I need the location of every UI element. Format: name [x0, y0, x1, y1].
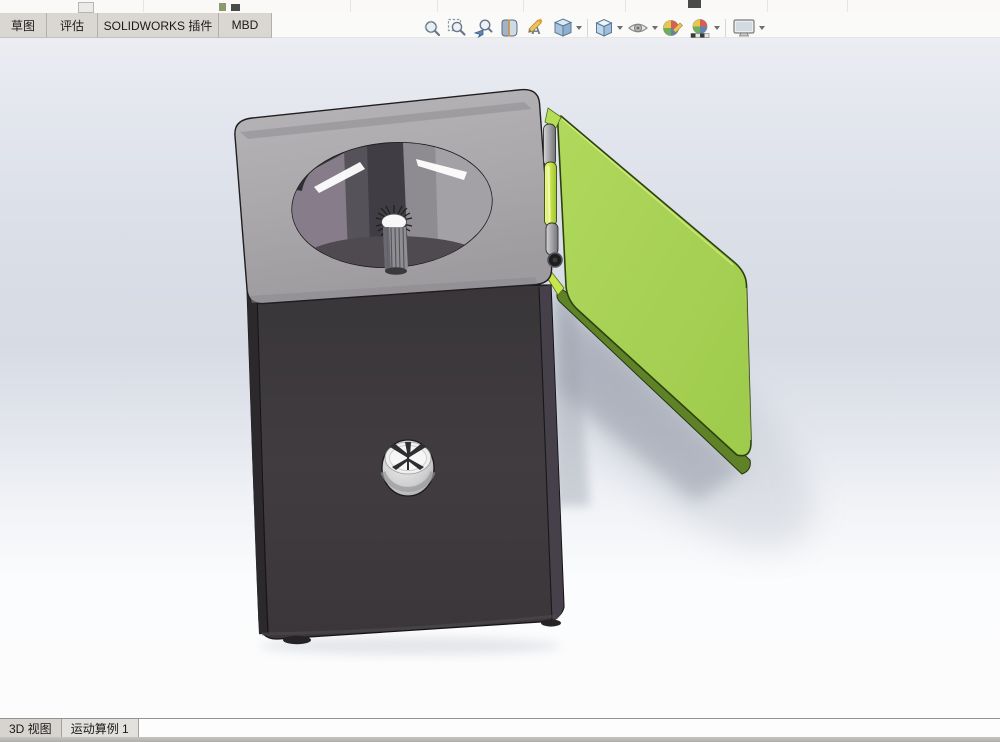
zoom-to-fit-button[interactable]: [420, 16, 444, 40]
section-view-icon: [501, 19, 518, 37]
graphics-area[interactable]: [0, 38, 1000, 718]
view-orientation-icon: [553, 18, 573, 37]
toolbar-separator: [725, 19, 726, 37]
ribbon-overflow-strip: [0, 0, 1000, 14]
toolbar-separator: [767, 0, 768, 12]
previous-view-button[interactable]: [470, 16, 496, 40]
toolbar-separator: [523, 0, 524, 12]
zoom-to-area-button[interactable]: [445, 16, 469, 40]
toolbar-separator: [625, 0, 626, 12]
zoom-to-area-icon: [447, 18, 466, 36]
hide-show-items-button[interactable]: [625, 16, 659, 40]
chevron-down-icon[interactable]: [652, 26, 658, 30]
clipped-toolbar-icon: [688, 0, 701, 8]
edit-appearance-icon: [663, 20, 683, 36]
view-orientation-button[interactable]: [551, 16, 583, 40]
model-sharpener-assembly[interactable]: [0, 38, 1000, 718]
apply-scene-button[interactable]: [687, 16, 721, 40]
clipped-toolbar-icon: [231, 4, 240, 11]
chevron-down-icon[interactable]: [759, 26, 765, 30]
zoom-to-fit-icon: [424, 20, 441, 37]
headsup-toolbar: A: [420, 15, 766, 41]
display-style-icon: [595, 18, 613, 37]
tab-solidworks-addins[interactable]: SOLIDWORKS 插件: [98, 13, 219, 38]
chevron-down-icon[interactable]: [714, 26, 720, 30]
study-tab-bar-filler: [138, 719, 1000, 738]
view-settings-button[interactable]: [730, 16, 766, 40]
hide-show-items-icon: [628, 23, 648, 33]
annotation-views-icon: A: [528, 18, 543, 37]
foot-right: [541, 619, 561, 627]
apply-scene-icon: [690, 19, 710, 38]
chevron-down-icon[interactable]: [576, 26, 582, 30]
solidworks-window: 草图 评估 SOLIDWORKS 插件 MBD A 3D 视图 运动算例 1: [0, 0, 1000, 742]
toolbar-separator: [437, 0, 438, 12]
section-view-button[interactable]: [497, 16, 523, 40]
tab-mbd[interactable]: MBD: [219, 13, 272, 38]
screw[interactable]: [380, 439, 436, 497]
study-tab-bar: 3D 视图 运动算例 1: [0, 718, 1000, 738]
edit-appearance-button[interactable]: [660, 16, 686, 40]
view-settings-icon: [733, 19, 755, 37]
tab-evaluate[interactable]: 评估: [47, 13, 98, 38]
window-bottom-edge: [0, 737, 1000, 742]
tab-sketch[interactable]: 草图: [0, 13, 47, 38]
annotation-views-button[interactable]: A: [524, 16, 550, 40]
display-style-button[interactable]: [592, 16, 624, 40]
toolbar-separator: [847, 0, 848, 12]
chevron-down-icon[interactable]: [617, 26, 623, 30]
tab-motion-study-1[interactable]: 运动算例 1: [61, 719, 139, 738]
foot-left: [283, 635, 311, 645]
toolbar-separator: [587, 19, 588, 37]
tab-3d-views[interactable]: 3D 视图: [0, 719, 62, 738]
clipped-toolbar-icon: [219, 3, 226, 11]
toolbar-separator: [350, 0, 351, 12]
clipped-toolbar-button: [78, 2, 94, 13]
previous-view-icon: [473, 19, 493, 39]
toolbar-separator: [143, 0, 144, 12]
